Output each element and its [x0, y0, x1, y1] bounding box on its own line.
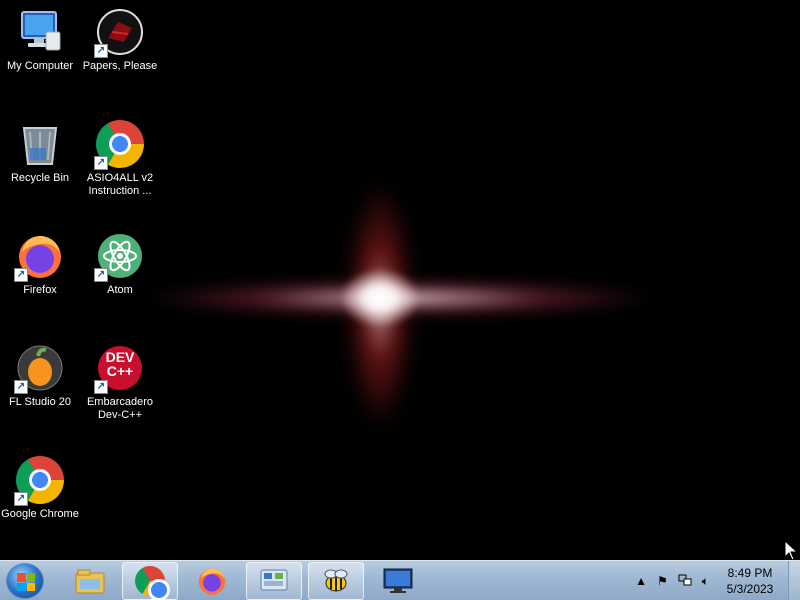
atom-icon: ↗ — [94, 232, 144, 282]
desktop: My Computer ↗ Papers, Please Recycle Bin — [0, 0, 800, 560]
chrome-icon: ↗ — [94, 120, 144, 170]
network-icon[interactable] — [678, 573, 692, 590]
desktop-icon-label: Papers, Please — [82, 60, 158, 72]
shortcut-arrow-icon: ↗ — [94, 380, 108, 394]
devcpp-icon: DEV C++ ↗ — [94, 344, 144, 394]
desktop-icon-atom[interactable]: ↗ Atom — [80, 224, 160, 324]
explorer-icon — [75, 569, 105, 594]
desktop-icon-label: Recycle Bin — [10, 172, 70, 184]
desktop-icon-devcpp[interactable]: DEV C++ ↗ Embarcadero Dev-C++ — [80, 336, 160, 436]
taskbar-explorer-button[interactable] — [62, 562, 118, 600]
recycle-bin-icon — [16, 120, 64, 168]
shortcut-arrow-icon: ↗ — [14, 492, 28, 506]
computer-icon — [16, 8, 64, 56]
shortcut-arrow-icon: ↗ — [94, 44, 108, 58]
firefox-icon: ↗ — [14, 232, 64, 282]
firefox-icon — [198, 568, 226, 595]
windows-start-icon[interactable] — [6, 563, 44, 599]
shortcut-arrow-icon: ↗ — [94, 268, 108, 282]
show-desktop-button[interactable] — [788, 561, 800, 600]
flag-icon[interactable]: ⚑ — [657, 574, 668, 588]
volume-icon[interactable]: 🔈︎ — [702, 574, 709, 589]
papers-please-icon: ↗ — [94, 8, 144, 58]
desktop-icon-google-chrome[interactable]: ↗ Google Chrome — [0, 448, 80, 548]
shortcut-arrow-icon: ↗ — [94, 156, 108, 170]
fl-studio-icon: ↗ — [14, 344, 64, 394]
taskbar-control-panel-button[interactable] — [246, 562, 302, 600]
control-panel-icon — [260, 569, 288, 591]
taskbar-bee-button[interactable] — [308, 562, 364, 600]
desktop-icon-label: Embarcadero Dev-C++ — [86, 396, 154, 421]
desktop-icon-label: Google Chrome — [1, 508, 79, 520]
taskbar-firefox-button[interactable] — [184, 562, 240, 600]
taskbar-monitor-button[interactable] — [370, 562, 426, 600]
bee-icon — [324, 569, 348, 592]
desktop-icon-label: Firefox — [23, 284, 57, 296]
desktop-icon-fl-studio[interactable]: ↗ FL Studio 20 — [0, 336, 80, 436]
taskbar: ▲ ⚑ 🔈︎ 8:49 PM 5/3/2023 — [0, 560, 800, 600]
desktop-icon-label: Atom — [107, 284, 133, 296]
clock-time: 8:49 PM — [727, 566, 773, 580]
desktop-icon-recycle-bin[interactable]: Recycle Bin — [0, 112, 80, 212]
desktop-icon-label: FL Studio 20 — [9, 396, 71, 408]
chrome-icon: ↗ — [14, 456, 64, 506]
shortcut-arrow-icon: ↗ — [14, 268, 28, 282]
desktop-icon-asio4all[interactable]: ↗ ASIO4ALL v2 Instruction ... — [80, 112, 160, 212]
desktop-icon-firefox[interactable]: ↗ Firefox — [0, 224, 80, 324]
monitor-icon — [383, 568, 413, 593]
system-tray: ▲ ⚑ 🔈︎ 8:49 PM 5/3/2023 — [630, 561, 800, 600]
mouse-cursor-icon — [784, 540, 799, 560]
desktop-icon-label: My Computer — [6, 60, 74, 72]
taskbar-chrome-button[interactable] — [122, 562, 178, 600]
desktop-icon-label: ASIO4ALL v2 Instruction ... — [86, 172, 154, 197]
chrome-icon — [135, 566, 170, 600]
shortcut-arrow-icon: ↗ — [14, 380, 28, 394]
desktop-icon-papers-please[interactable]: ↗ Papers, Please — [80, 0, 160, 100]
clock-date: 5/3/2023 — [726, 582, 774, 596]
devcpp-icon-text: DEV C++ — [105, 349, 135, 379]
chevron-up-icon[interactable]: ▲ — [635, 574, 647, 588]
clock[interactable]: 8:49 PM 5/3/2023 — [714, 565, 786, 597]
wallpaper-flare-core — [340, 268, 420, 328]
desktop-icon-my-computer[interactable]: My Computer — [0, 0, 80, 100]
